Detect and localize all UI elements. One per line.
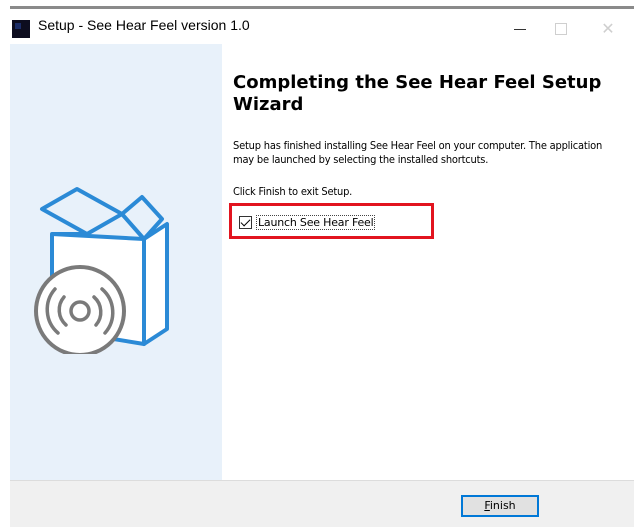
- finish-instruction: Click Finish to exit Setup.: [233, 185, 353, 198]
- minimize-button[interactable]: [505, 18, 535, 40]
- launch-checkbox[interactable]: [239, 215, 252, 229]
- finish-message: Setup has finished installing See Hear F…: [233, 139, 603, 166]
- wizard-footer: Finish: [10, 480, 634, 527]
- finish-button-label: inish: [489, 499, 516, 512]
- software-box-disc-icon: [34, 187, 169, 354]
- launch-checkbox-row[interactable]: Launch See Hear Feel: [239, 212, 376, 232]
- finish-button[interactable]: Finish: [461, 495, 539, 517]
- window-title: Setup - See Hear Feel version 1.0: [38, 17, 250, 33]
- wizard-side-panel: [10, 44, 222, 480]
- title-bar[interactable]: Setup - See Hear Feel version 1.0 ✕: [10, 9, 634, 43]
- close-button[interactable]: ✕: [593, 18, 623, 40]
- app-icon: [12, 20, 30, 38]
- maximize-button[interactable]: [546, 18, 576, 40]
- launch-checkbox-label[interactable]: Launch See Hear Feel: [256, 214, 376, 230]
- setup-window: Setup - See Hear Feel version 1.0 ✕ Comp…: [10, 6, 634, 527]
- wizard-heading: Completing the See Hear Feel Setup Wizar…: [233, 72, 602, 115]
